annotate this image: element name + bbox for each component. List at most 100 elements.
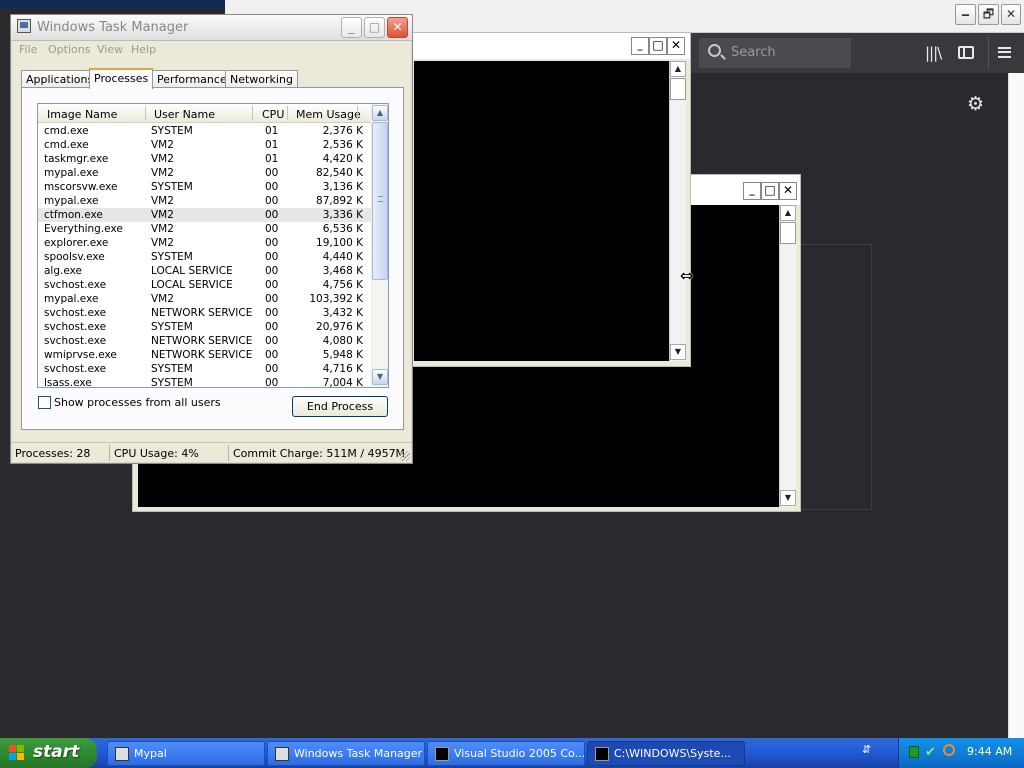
tray-app-icon[interactable] [909, 746, 919, 758]
process-list-scrollbar[interactable]: ▲ ▼ [371, 104, 388, 387]
column-image-name[interactable]: Image Name [47, 108, 117, 121]
process-mem-usage: 3,336 K [322, 209, 363, 221]
column-cpu[interactable]: CPU [262, 108, 284, 121]
scroll-down-icon[interactable]: ▼ [670, 344, 686, 360]
tab-applications[interactable]: Applications [21, 70, 99, 88]
process-image-name: wmiprvse.exe [44, 349, 117, 361]
console-2-close-button[interactable]: ✕ [779, 182, 797, 200]
process-image-name: svchost.exe [44, 279, 107, 291]
status-commit-charge: Commit Charge: 511M / 4957M [233, 447, 406, 460]
table-row[interactable]: cmd.exe VM2 01 2,536 K [38, 138, 371, 152]
console-2-minimize-button[interactable]: _ [743, 182, 761, 200]
taskbar-item-visual-studio-console[interactable]: Visual Studio 2005 Co... [427, 741, 585, 766]
library-icon[interactable]: |||\ [925, 44, 942, 62]
show-all-users-checkbox[interactable] [38, 396, 51, 409]
resize-cursor-icon: ⇔ [680, 266, 694, 285]
table-row[interactable]: mypal.exe VM2 00 82,540 K [38, 166, 371, 180]
process-mem-usage: 3,136 K [322, 181, 363, 193]
table-row[interactable]: svchost.exe SYSTEM 00 4,716 K [38, 362, 371, 376]
browser-minimize-button[interactable]: 🗕 [955, 4, 976, 25]
process-mem-usage: 2,536 K [322, 139, 363, 151]
scroll-thumb[interactable] [780, 222, 796, 244]
column-user-name[interactable]: User Name [154, 108, 215, 121]
console-1-minimize-button[interactable]: _ [631, 37, 649, 55]
process-user-name: VM2 [151, 167, 174, 179]
console-1-close-button[interactable]: ✕ [667, 37, 685, 55]
close-button[interactable]: ✕ [387, 17, 408, 38]
menu-view[interactable]: View [97, 43, 123, 56]
process-list[interactable]: Image Name User Name CPU Mem Usage cmd.e… [37, 103, 389, 388]
taskbar-item-label: Visual Studio 2005 Co... [454, 747, 585, 760]
process-mem-usage: 82,540 K [316, 167, 363, 179]
hamburger-menu-icon[interactable] [998, 47, 1011, 58]
tab-performance[interactable]: Performance [152, 70, 232, 88]
scroll-up-icon[interactable]: ▲ [780, 205, 796, 221]
taskbar-item-mypal[interactable]: Mypal [107, 741, 265, 766]
search-input[interactable]: Search [699, 38, 851, 68]
scroll-down-icon[interactable]: ▼ [372, 369, 388, 385]
minimize-button[interactable]: _ [341, 17, 362, 38]
process-user-name: SYSTEM [151, 321, 193, 333]
table-row[interactable]: Everything.exe VM2 00 6,536 K [38, 222, 371, 236]
table-row[interactable]: svchost.exe NETWORK SERVICE 00 4,080 K [38, 334, 371, 348]
process-cpu: 00 [265, 335, 279, 347]
taskbar-item-task-manager[interactable]: Windows Task Manager [267, 741, 425, 766]
table-row[interactable]: ctfmon.exe VM2 00 3,336 K [38, 208, 371, 222]
status-processes: Processes: 28 [15, 447, 91, 460]
table-row[interactable]: wmiprvse.exe NETWORK SERVICE 00 5,948 K [38, 348, 371, 362]
tab-strip: Applications Processes Performance Netwo… [21, 68, 404, 89]
console-1-maximize-button[interactable]: □ [649, 37, 667, 55]
table-row[interactable]: taskmgr.exe VM2 01 4,420 K [38, 152, 371, 166]
network-icon[interactable]: ✔ [925, 745, 936, 760]
table-row[interactable]: lsass.exe SYSTEM 00 7,004 K [38, 376, 371, 387]
table-row[interactable]: svchost.exe LOCAL SERVICE 00 4,756 K [38, 278, 371, 292]
browser-scrollbar[interactable] [1008, 73, 1024, 738]
browser-restore-button[interactable]: 🗗 [978, 4, 999, 25]
tab-processes[interactable]: Processes [89, 68, 154, 89]
menu-file[interactable]: File [19, 43, 37, 56]
table-row[interactable]: cmd.exe SYSTEM 01 2,376 K [38, 124, 371, 138]
scroll-up-icon[interactable]: ▲ [372, 105, 388, 121]
console-1-output[interactable] [414, 61, 669, 361]
resize-grip[interactable] [400, 451, 410, 461]
process-user-name: NETWORK SERVICE [151, 307, 253, 319]
task-manager-titlebar[interactable]: Windows Task Manager _ □ ✕ [11, 15, 412, 41]
scroll-thumb[interactable] [372, 122, 388, 280]
tab-networking[interactable]: Networking [225, 70, 298, 88]
table-row[interactable]: mypal.exe VM2 00 103,392 K [38, 292, 371, 306]
search-tray-icon[interactable] [943, 744, 955, 756]
menu-options[interactable]: Options [48, 43, 90, 56]
table-row[interactable]: mscorsvw.exe SYSTEM 00 3,136 K [38, 180, 371, 194]
process-user-name: VM2 [151, 153, 174, 165]
process-mem-usage: 6,536 K [322, 223, 363, 235]
menu-help[interactable]: Help [131, 43, 156, 56]
process-image-name: mypal.exe [44, 167, 99, 179]
maximize-button[interactable]: □ [364, 17, 385, 38]
browser-close-button[interactable]: ✕ [1001, 4, 1021, 25]
end-process-button[interactable]: End Process [292, 396, 388, 417]
taskbar-item-windows-system-console[interactable]: C:\WINDOWS\Syste... [587, 741, 745, 766]
console-2-maximize-button[interactable]: □ [761, 182, 779, 200]
scroll-up-icon[interactable]: ▲ [670, 61, 686, 77]
console-icon [595, 747, 609, 761]
console-1-scrollbar[interactable]: ▲ ▼ [669, 61, 686, 361]
sidebar-icon[interactable] [958, 46, 974, 59]
process-image-name: svchost.exe [44, 321, 107, 333]
table-row[interactable]: alg.exe LOCAL SERVICE 00 3,468 K [38, 264, 371, 278]
process-image-name: Everything.exe [44, 223, 123, 235]
window-title: Windows Task Manager [37, 20, 189, 35]
table-row[interactable]: mypal.exe VM2 00 87,892 K [38, 194, 371, 208]
scroll-thumb[interactable] [670, 78, 686, 100]
table-row[interactable]: explorer.exe VM2 00 19,100 K [38, 236, 371, 250]
start-button[interactable]: start [0, 738, 97, 768]
taskbar-overflow-icon[interactable]: ⇵ [862, 743, 871, 756]
process-cpu: 00 [265, 181, 279, 193]
console-2-scrollbar[interactable]: ▲ ▼ [779, 205, 796, 507]
gear-icon[interactable]: ⚙ [967, 93, 984, 115]
scroll-down-icon[interactable]: ▼ [780, 490, 796, 506]
process-image-name: taskmgr.exe [44, 153, 109, 165]
column-mem-usage[interactable]: Mem Usage [296, 108, 361, 121]
table-row[interactable]: svchost.exe SYSTEM 00 20,976 K [38, 320, 371, 334]
table-row[interactable]: svchost.exe NETWORK SERVICE 00 3,432 K [38, 306, 371, 320]
table-row[interactable]: spoolsv.exe SYSTEM 00 4,440 K [38, 250, 371, 264]
